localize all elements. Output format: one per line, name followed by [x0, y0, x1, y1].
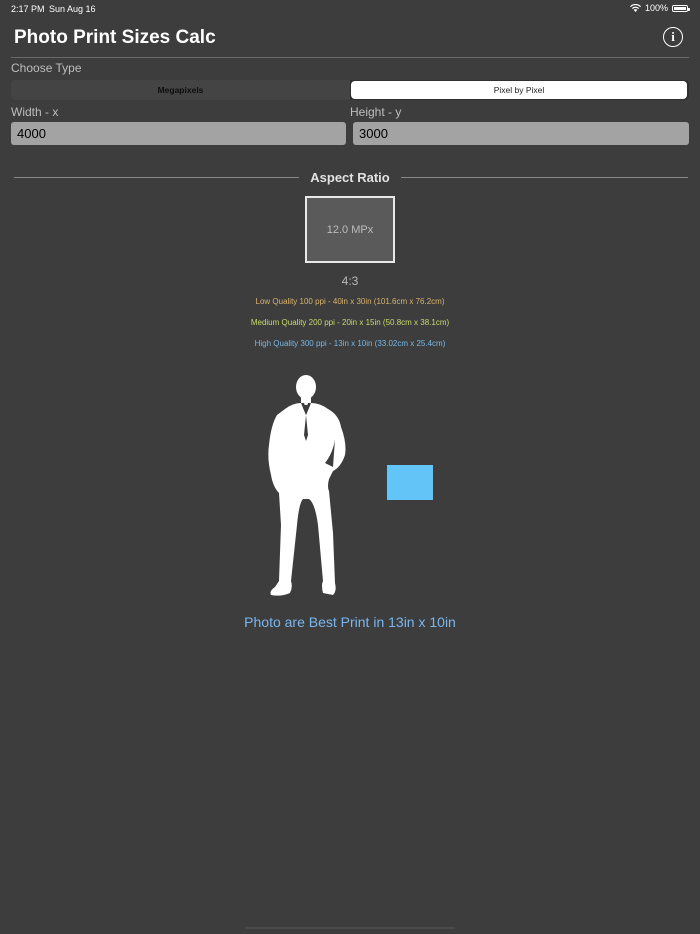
- width-label: Width - x: [11, 105, 59, 119]
- high-quality-text: High Quality 300 ppi - 13in x 10in (33.0…: [254, 339, 446, 348]
- aspect-divider-left: [14, 177, 299, 178]
- status-bar: 2:17 PM Sun Aug 16 100%: [0, 0, 700, 18]
- info-icon[interactable]: i: [663, 27, 683, 47]
- man-silhouette: [268, 375, 346, 596]
- home-indicator: [245, 927, 455, 929]
- height-input[interactable]: 3000: [353, 122, 689, 145]
- status-time: 2:17 PM: [11, 4, 45, 14]
- megapixel-preview: 12.0 MPx: [305, 196, 395, 263]
- choose-type-label: Choose Type: [11, 61, 82, 75]
- segment-pixel-by-pixel[interactable]: Pixel by Pixel: [351, 81, 687, 99]
- megapixel-value: 12.0 MPx: [326, 223, 374, 236]
- aspect-ratio-title: Aspect Ratio: [310, 170, 390, 185]
- aspect-ratio-value: 4:3: [341, 274, 359, 288]
- status-right: 100%: [629, 3, 690, 13]
- segment-megapixels[interactable]: Megapixels: [11, 80, 350, 100]
- height-label: Height - y: [350, 105, 402, 119]
- header-divider: [11, 57, 689, 58]
- medium-quality-text: Medium Quality 200 ppi - 20in x 15in (50…: [250, 318, 450, 327]
- battery-icon: [672, 4, 690, 12]
- best-print-result: Photo are Best Print in 13in x 10in: [244, 614, 456, 630]
- wifi-icon: [629, 4, 641, 12]
- photo-size-preview: [387, 465, 433, 500]
- type-segmented-control[interactable]: Megapixels Pixel by Pixel: [11, 80, 689, 100]
- aspect-divider-right: [401, 177, 688, 178]
- battery-percent: 100%: [644, 3, 668, 13]
- page-title: Photo Print Sizes Calc: [14, 27, 216, 48]
- status-date: Sun Aug 16: [49, 4, 96, 14]
- low-quality-text: Low Quality 100 ppi - 40in x 30in (101.6…: [255, 297, 445, 306]
- info-glyph: i: [671, 29, 675, 44]
- width-input[interactable]: 4000: [11, 122, 346, 145]
